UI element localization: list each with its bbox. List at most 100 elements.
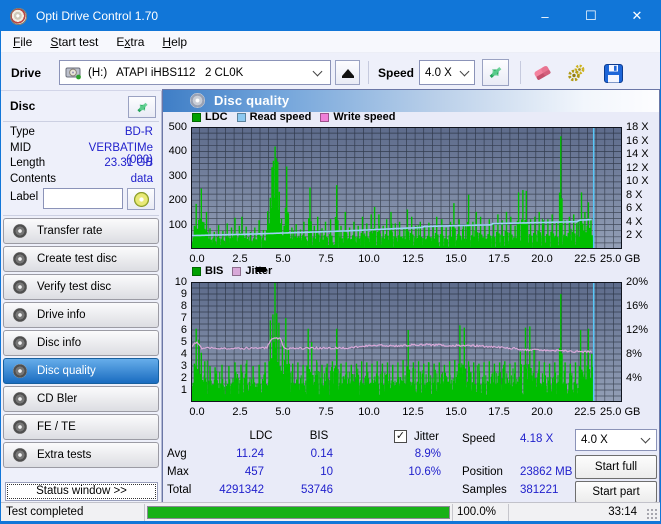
cd-icon bbox=[13, 280, 27, 294]
legend-item: Jitter bbox=[232, 265, 272, 277]
title-bar[interactable]: Opti Drive Control 1.70 – ☐ ✕ bbox=[1, 1, 660, 31]
settings-button[interactable] bbox=[562, 58, 592, 88]
x-axis-label: 25.0 GB bbox=[600, 253, 641, 265]
save-button[interactable] bbox=[598, 58, 628, 88]
start-full-button[interactable]: Start full bbox=[575, 455, 657, 479]
drive-icon bbox=[65, 67, 81, 80]
y-axis-label: 3 bbox=[180, 360, 187, 372]
sidebar-item-label: Disc info bbox=[37, 337, 82, 349]
chevron-down-icon bbox=[312, 66, 323, 76]
sidebar-item-disc-info[interactable]: Disc info bbox=[3, 330, 159, 356]
y-axis-label: 400 bbox=[168, 145, 187, 157]
max-row-label: Max bbox=[167, 466, 189, 478]
total-ldc: 4291342 bbox=[219, 484, 264, 496]
legend-swatch bbox=[232, 266, 242, 276]
floppy-disk-icon bbox=[603, 63, 623, 83]
cd-icon bbox=[13, 224, 27, 238]
cd-icon bbox=[13, 308, 27, 322]
minimize-button[interactable]: – bbox=[522, 1, 568, 31]
label-input[interactable] bbox=[43, 188, 123, 209]
disc-refresh-button[interactable] bbox=[128, 96, 156, 118]
menu-item-help[interactable]: Help bbox=[153, 33, 196, 51]
disc-field-value: 23.31 GB bbox=[104, 157, 153, 170]
speed-value: 4.0 X bbox=[425, 66, 452, 79]
sidebar-item-verify-test-disc[interactable]: Verify test disc bbox=[3, 274, 159, 300]
legend-item: Write speed bbox=[320, 111, 396, 123]
legend-swatch bbox=[236, 112, 246, 122]
legend-swatch bbox=[192, 112, 201, 122]
cd-icon bbox=[13, 336, 27, 350]
y-axis-label: 7 bbox=[180, 312, 187, 324]
y-axis-label: 300 bbox=[168, 170, 187, 182]
cd-icon bbox=[13, 364, 27, 378]
y2-axis-label: 18 X bbox=[626, 121, 649, 133]
bis-jitter-chart bbox=[191, 282, 622, 402]
bis-jitter-chart-legend: BIS Jitter bbox=[192, 265, 281, 277]
y2-axis-label: 6 X bbox=[626, 202, 643, 214]
y2-axis-label: 4 X bbox=[626, 216, 643, 228]
x-axis-label: 25.0 GB bbox=[600, 406, 641, 418]
max-jitter: 10.6% bbox=[408, 466, 441, 478]
drive-value: (H:) ATAPI iHBS112 2 CL0K bbox=[88, 66, 244, 79]
erase-disc-button[interactable] bbox=[528, 58, 558, 88]
ldc-column-header: LDC bbox=[249, 430, 273, 442]
start-part-button[interactable]: Start part bbox=[575, 481, 657, 503]
app-disc-icon bbox=[10, 7, 27, 25]
toolbar: Drive (H:) ATAPI iHBS112 2 CL0K Speed 4.… bbox=[1, 53, 660, 91]
elapsed-time: 33:14 bbox=[608, 506, 637, 518]
sidebar-item-disc-quality[interactable]: Disc quality bbox=[3, 358, 159, 384]
y2-axis-label: 12% bbox=[626, 324, 649, 336]
close-button[interactable]: ✕ bbox=[614, 1, 660, 31]
y-axis-label: 9 bbox=[180, 288, 187, 300]
y2-axis-label: 2 X bbox=[626, 229, 643, 241]
ldc-chart bbox=[191, 127, 622, 249]
avg-bis: 0.14 bbox=[310, 448, 333, 460]
disc-field-label: Contents bbox=[10, 173, 57, 186]
y-axis-label: 5 bbox=[180, 336, 187, 348]
eject-button[interactable] bbox=[335, 60, 360, 85]
y2-axis-label: 12 X bbox=[626, 162, 649, 174]
resize-grip[interactable] bbox=[646, 508, 658, 520]
position-label: Position bbox=[462, 466, 503, 478]
sidebar-item-create-test-disc[interactable]: Create test disc bbox=[3, 246, 159, 272]
disc-field-value: BD-R bbox=[124, 126, 153, 138]
menu-item-start-test[interactable]: Start test bbox=[41, 33, 107, 51]
cd-icon bbox=[13, 448, 27, 462]
status-window-button[interactable]: Status window >> bbox=[5, 482, 158, 501]
sidebar-item-cd-bler[interactable]: CD Bler bbox=[3, 386, 159, 412]
test-speed-select[interactable]: 4.0 X bbox=[575, 429, 657, 451]
menu-item-extra[interactable]: Extra bbox=[107, 33, 153, 51]
y-axis-label: 100 bbox=[168, 219, 187, 231]
progress-fill bbox=[148, 507, 449, 518]
menu-item-file[interactable]: File bbox=[4, 33, 41, 51]
panel-title: Disc quality bbox=[214, 93, 290, 108]
speed-select[interactable]: 4.0 X bbox=[419, 60, 475, 85]
total-row-label: Total bbox=[167, 484, 192, 496]
gears-icon bbox=[568, 64, 585, 82]
window-title: Opti Drive Control 1.70 bbox=[36, 9, 159, 23]
sidebar-item-transfer-rate[interactable]: Transfer rate bbox=[3, 218, 159, 244]
jitter-checkbox[interactable]: ✓ bbox=[394, 430, 407, 443]
drive-select[interactable]: (H:) ATAPI iHBS112 2 CL0K bbox=[59, 60, 331, 85]
sidebar-item-label: Extra tests bbox=[37, 449, 92, 461]
status-text: Test completed bbox=[6, 506, 84, 518]
legend-marker bbox=[256, 267, 266, 272]
sidebar-item-extra-tests[interactable]: Extra tests bbox=[3, 442, 159, 468]
sidebar-item-drive-info[interactable]: Drive info bbox=[3, 302, 159, 328]
refresh-button[interactable] bbox=[482, 59, 509, 86]
y2-axis-label: 16 X bbox=[626, 135, 649, 147]
avg-ldc: 11.24 bbox=[236, 448, 264, 460]
y2-axis-label: 16% bbox=[626, 300, 649, 312]
sidebar-item-label: Create test disc bbox=[37, 253, 117, 265]
samples-label: Samples bbox=[462, 484, 507, 496]
legend-swatch bbox=[320, 112, 330, 122]
y-axis-label: 10 bbox=[174, 276, 187, 288]
y2-axis-label: 14 X bbox=[626, 148, 649, 160]
sidebar-item-fe-te[interactable]: FE / TE bbox=[3, 414, 159, 440]
maximize-button[interactable]: ☐ bbox=[568, 1, 614, 31]
menu-bar: File Start test Extra Help bbox=[1, 31, 660, 53]
jitter-label: Jitter bbox=[414, 431, 439, 443]
refresh-arrows-icon bbox=[489, 67, 502, 78]
speed-stat-value: 4.18 X bbox=[520, 433, 554, 445]
disc-field-value: data bbox=[130, 173, 153, 186]
